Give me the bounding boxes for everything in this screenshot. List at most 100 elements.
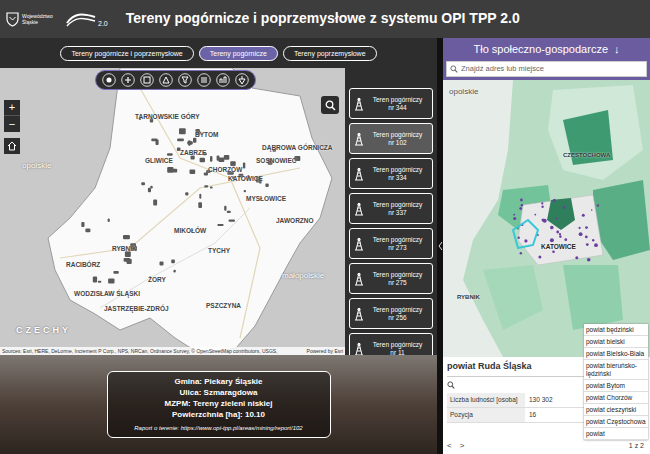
place-label: JASTRZĘBIE-ZDRÓJ: [104, 306, 169, 313]
report-link[interactable]: Raport o terenie: https://www.opi-tpp.pl…: [134, 424, 302, 432]
mine-headframe-icon: [354, 272, 364, 286]
site-card[interactable]: Teren pogórniczynr 256: [349, 298, 433, 329]
collapse-chevron-icon[interactable]: [438, 241, 443, 251]
legend-item[interactable]: powiat: [584, 428, 648, 440]
coat-of-arms-icon: [6, 12, 19, 27]
home-icon: [7, 141, 17, 151]
version-badge: 2.0: [66, 11, 118, 27]
logo-text: Województwo Śląskie: [22, 13, 58, 25]
home-button[interactable]: [4, 138, 20, 154]
legend-item[interactable]: powiat bieruńsko-lędziński: [584, 360, 648, 380]
download-icon[interactable]: [235, 73, 249, 87]
search-icon[interactable]: [447, 381, 455, 389]
map-toolbar: [95, 70, 256, 90]
side-search-bar: [443, 60, 650, 80]
zoom-out-button[interactable]: −: [4, 116, 20, 132]
header: Województwo Śląskie 2.0 Tereny pogórnicze …: [0, 0, 650, 38]
site-name: Teren pogórniczy: [373, 341, 423, 349]
site-card[interactable]: Teren pogórniczynr 11: [349, 333, 433, 355]
mine-headframe-icon: [354, 97, 364, 111]
site-card[interactable]: Teren pogórniczynr 275: [349, 263, 433, 294]
mine-headframe-icon: [354, 237, 364, 251]
side-header[interactable]: Tło społeczno-gospodarcze↓: [443, 38, 650, 60]
list-icon[interactable]: [197, 73, 211, 87]
zoom-in-button[interactable]: +: [4, 100, 20, 116]
site-card-label: Teren pogórniczynr 275: [367, 271, 428, 287]
mine-headframe-icon: [354, 307, 364, 321]
place-label: DĄBROWA GÓRNICZA: [262, 145, 333, 152]
place-label: CZĘSTOCHOWA: [563, 152, 610, 158]
left-panel: Tereny pogórnicze i poprzemysłowe Tereny …: [0, 38, 437, 454]
place-label: KATOWICE: [541, 244, 576, 251]
mining-map[interactable]: TARNOWSKIE GÓRYBYTOMDĄBROWA GÓRNICZAGLIW…: [0, 68, 345, 355]
map-row: TARNOWSKIE GÓRYBYTOMDĄBROWA GÓRNICZAGLIW…: [0, 68, 437, 355]
site-details-photo: Gmina: Piekary ŚląskieUlica: Szmaragdowa…: [0, 355, 437, 454]
site-number: nr 275: [388, 279, 406, 287]
place-label: MIKOŁÓW: [174, 228, 206, 235]
place-label: TYCHY: [208, 248, 230, 255]
site-info-line: MZPM: Tereny zieleni niskiej: [165, 399, 273, 409]
powered-by-text: Powered by Esri: [307, 349, 343, 354]
address-search-input[interactable]: [461, 63, 643, 74]
place-label: CZECHY: [16, 326, 71, 335]
view-tab[interactable]: Tereny pogórnicze: [199, 46, 278, 61]
search-icon: [325, 100, 336, 111]
prev-page-button[interactable]: <: [447, 440, 452, 452]
mine-headframe-icon: [354, 202, 364, 216]
place-label: CHORZÓW: [208, 167, 242, 174]
place-label: PSZCZYNA: [206, 303, 241, 310]
site-name: Teren pogórniczy: [373, 131, 423, 139]
site-number: nr 334: [388, 174, 406, 182]
place-label: WODZISŁAW ŚLĄSKI: [74, 291, 140, 298]
mine-headframe-icon: [354, 132, 364, 146]
legend-list: powiat będzińskipowiat bielskipowiat Bie…: [584, 324, 648, 440]
locate-icon[interactable]: [102, 73, 116, 87]
view-tab[interactable]: Tereny poprzemysłowe: [283, 46, 377, 61]
legend-item[interactable]: powiat cieszyński: [584, 404, 648, 416]
place-label: MYSŁOWICE: [246, 196, 286, 203]
legend-item[interactable]: powiat Bielsko-Biała: [584, 348, 648, 360]
legend-item[interactable]: powiat będziński: [584, 324, 648, 336]
place-label: RYBNIK: [112, 246, 137, 253]
legend-item[interactable]: powiat Chorzów: [584, 392, 648, 404]
wave-logo-icon: [66, 11, 96, 27]
legend-item[interactable]: powiat Częstochowa: [584, 416, 648, 428]
expand-arrow: ↓: [614, 41, 620, 58]
place-label: opolskie: [22, 162, 51, 170]
place-label: ŻORY: [148, 277, 166, 284]
site-number: nr 344: [388, 104, 406, 112]
place-label: BYTOM: [195, 132, 218, 139]
site-card-label: Teren pogórniczynr 273: [367, 236, 428, 252]
site-name: Teren pogórniczy: [373, 306, 423, 314]
attribution-bar: Sources: Esri, HERE, DeLorme, Increment …: [0, 347, 345, 355]
mine-headframe-icon: [354, 167, 364, 181]
map-search-button[interactable]: [321, 96, 339, 114]
site-name: Teren pogórniczy: [373, 96, 423, 104]
stats-icon[interactable]: [216, 73, 230, 87]
right-panel: Tło społeczno-gospodarcze↓opolskieCZĘSTO…: [443, 38, 650, 454]
choropleth-basemap: [443, 80, 650, 357]
legend-item[interactable]: powiat bielski: [584, 336, 648, 348]
legend-item[interactable]: powiat Bytom: [584, 380, 648, 392]
site-card[interactable]: Teren pogórniczynr 273: [349, 228, 433, 259]
select-icon[interactable]: [140, 73, 154, 87]
site-card-label: Teren pogórniczynr 256: [367, 306, 428, 322]
site-card[interactable]: Teren pogórniczynr 337: [349, 193, 433, 224]
app-title: Tereny pogórnicze i poprzemysłowe z syst…: [126, 10, 520, 28]
site-card-label: Teren pogórniczynr 344: [367, 96, 428, 112]
site-card[interactable]: Teren pogórniczynr 102: [349, 123, 433, 154]
measure-icon[interactable]: [159, 73, 173, 87]
view-tab[interactable]: Tereny pogórnicze i poprzemysłowe: [60, 46, 193, 61]
site-number: nr 102: [388, 139, 406, 147]
site-card[interactable]: Teren pogórniczynr 334: [349, 158, 433, 189]
site-number: nr 256: [388, 314, 406, 322]
socio-economic-map[interactable]: opolskieCZĘSTOCHOWAKATOWICERYBNIK: [443, 80, 650, 357]
next-page-button[interactable]: >: [460, 440, 465, 452]
site-name: Teren pogórniczy: [373, 166, 423, 174]
site-name: Teren pogórniczy: [373, 271, 423, 279]
add-icon[interactable]: [121, 73, 135, 87]
site-list: Teren pogórniczynr 344Teren pogórniczynr…: [345, 68, 437, 355]
filter-icon[interactable]: [178, 73, 192, 87]
site-card[interactable]: Teren pogórniczynr 344: [349, 88, 433, 119]
site-name: Teren pogórniczy: [373, 201, 423, 209]
